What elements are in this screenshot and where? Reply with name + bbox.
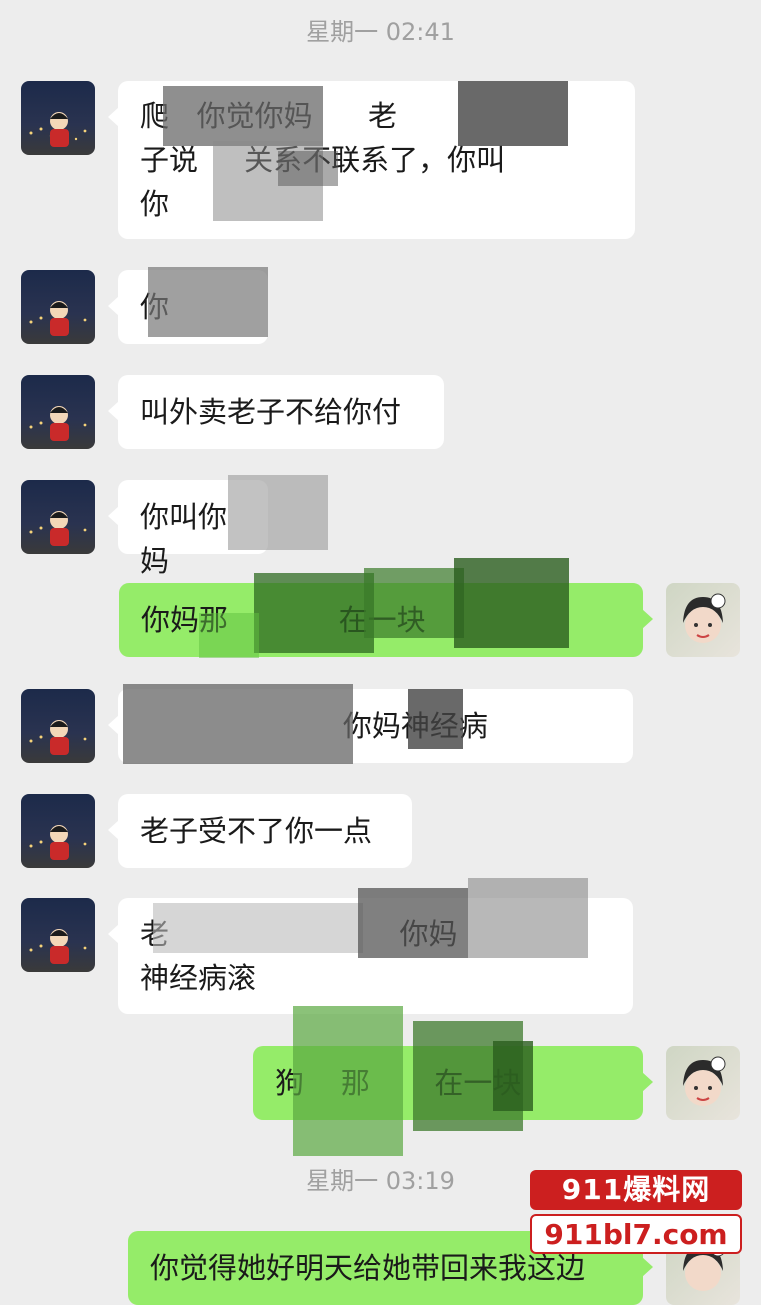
- message-bubble-outgoing[interactable]: 你妈那 在一块: [119, 558, 653, 658]
- user-avatar[interactable]: [666, 583, 740, 657]
- timestamp: 星期一 02:41: [306, 18, 455, 46]
- contact-avatar[interactable]: [21, 480, 95, 554]
- contact-avatar[interactable]: [21, 794, 95, 868]
- message-bubble-outgoing[interactable]: 狗 那 在一块: [253, 1006, 653, 1156]
- message-bubble-incoming[interactable]: 你叫你妈: [108, 475, 328, 578]
- message-bubble-incoming[interactable]: 叫外卖老子不给你付: [108, 375, 444, 449]
- contact-avatar[interactable]: [21, 81, 95, 155]
- message-bubble-incoming[interactable]: 你妈神经病: [108, 684, 633, 764]
- message-text: 你妈那 在一块: [141, 603, 426, 637]
- message-text: 老子受不了你一点: [140, 814, 373, 848]
- message-bubble-incoming[interactable]: 老 你妈 神经病滚: [108, 878, 633, 1014]
- message-bubble-incoming[interactable]: 老子受不了你一点: [108, 794, 412, 868]
- message-bubble-incoming[interactable]: 爬 你觉你妈 老 子说 关系不联系了，你叫 你: [108, 81, 635, 239]
- message-bubble-incoming[interactable]: 你: [108, 267, 268, 344]
- message-text: 你: [140, 290, 170, 324]
- message-text: 老 你妈 神经病滚: [140, 917, 458, 995]
- contact-avatar[interactable]: [21, 270, 95, 344]
- watermark-brand: 911爆料网: [530, 1170, 742, 1210]
- contact-avatar[interactable]: [21, 898, 95, 972]
- message-text: 爬 你觉你妈 老 子说 关系不联系了，你叫 你: [140, 99, 506, 221]
- message-text: 你妈神经病: [140, 709, 488, 743]
- watermark-site: 911bl7.com: [530, 1214, 742, 1254]
- user-avatar[interactable]: [666, 1046, 740, 1120]
- message-text: 你叫你妈: [140, 500, 228, 578]
- contact-avatar[interactable]: [21, 375, 95, 449]
- message-text: 叫外卖老子不给你付: [140, 395, 402, 429]
- contact-avatar[interactable]: [21, 689, 95, 763]
- message-text: 狗 那 在一块: [275, 1066, 522, 1100]
